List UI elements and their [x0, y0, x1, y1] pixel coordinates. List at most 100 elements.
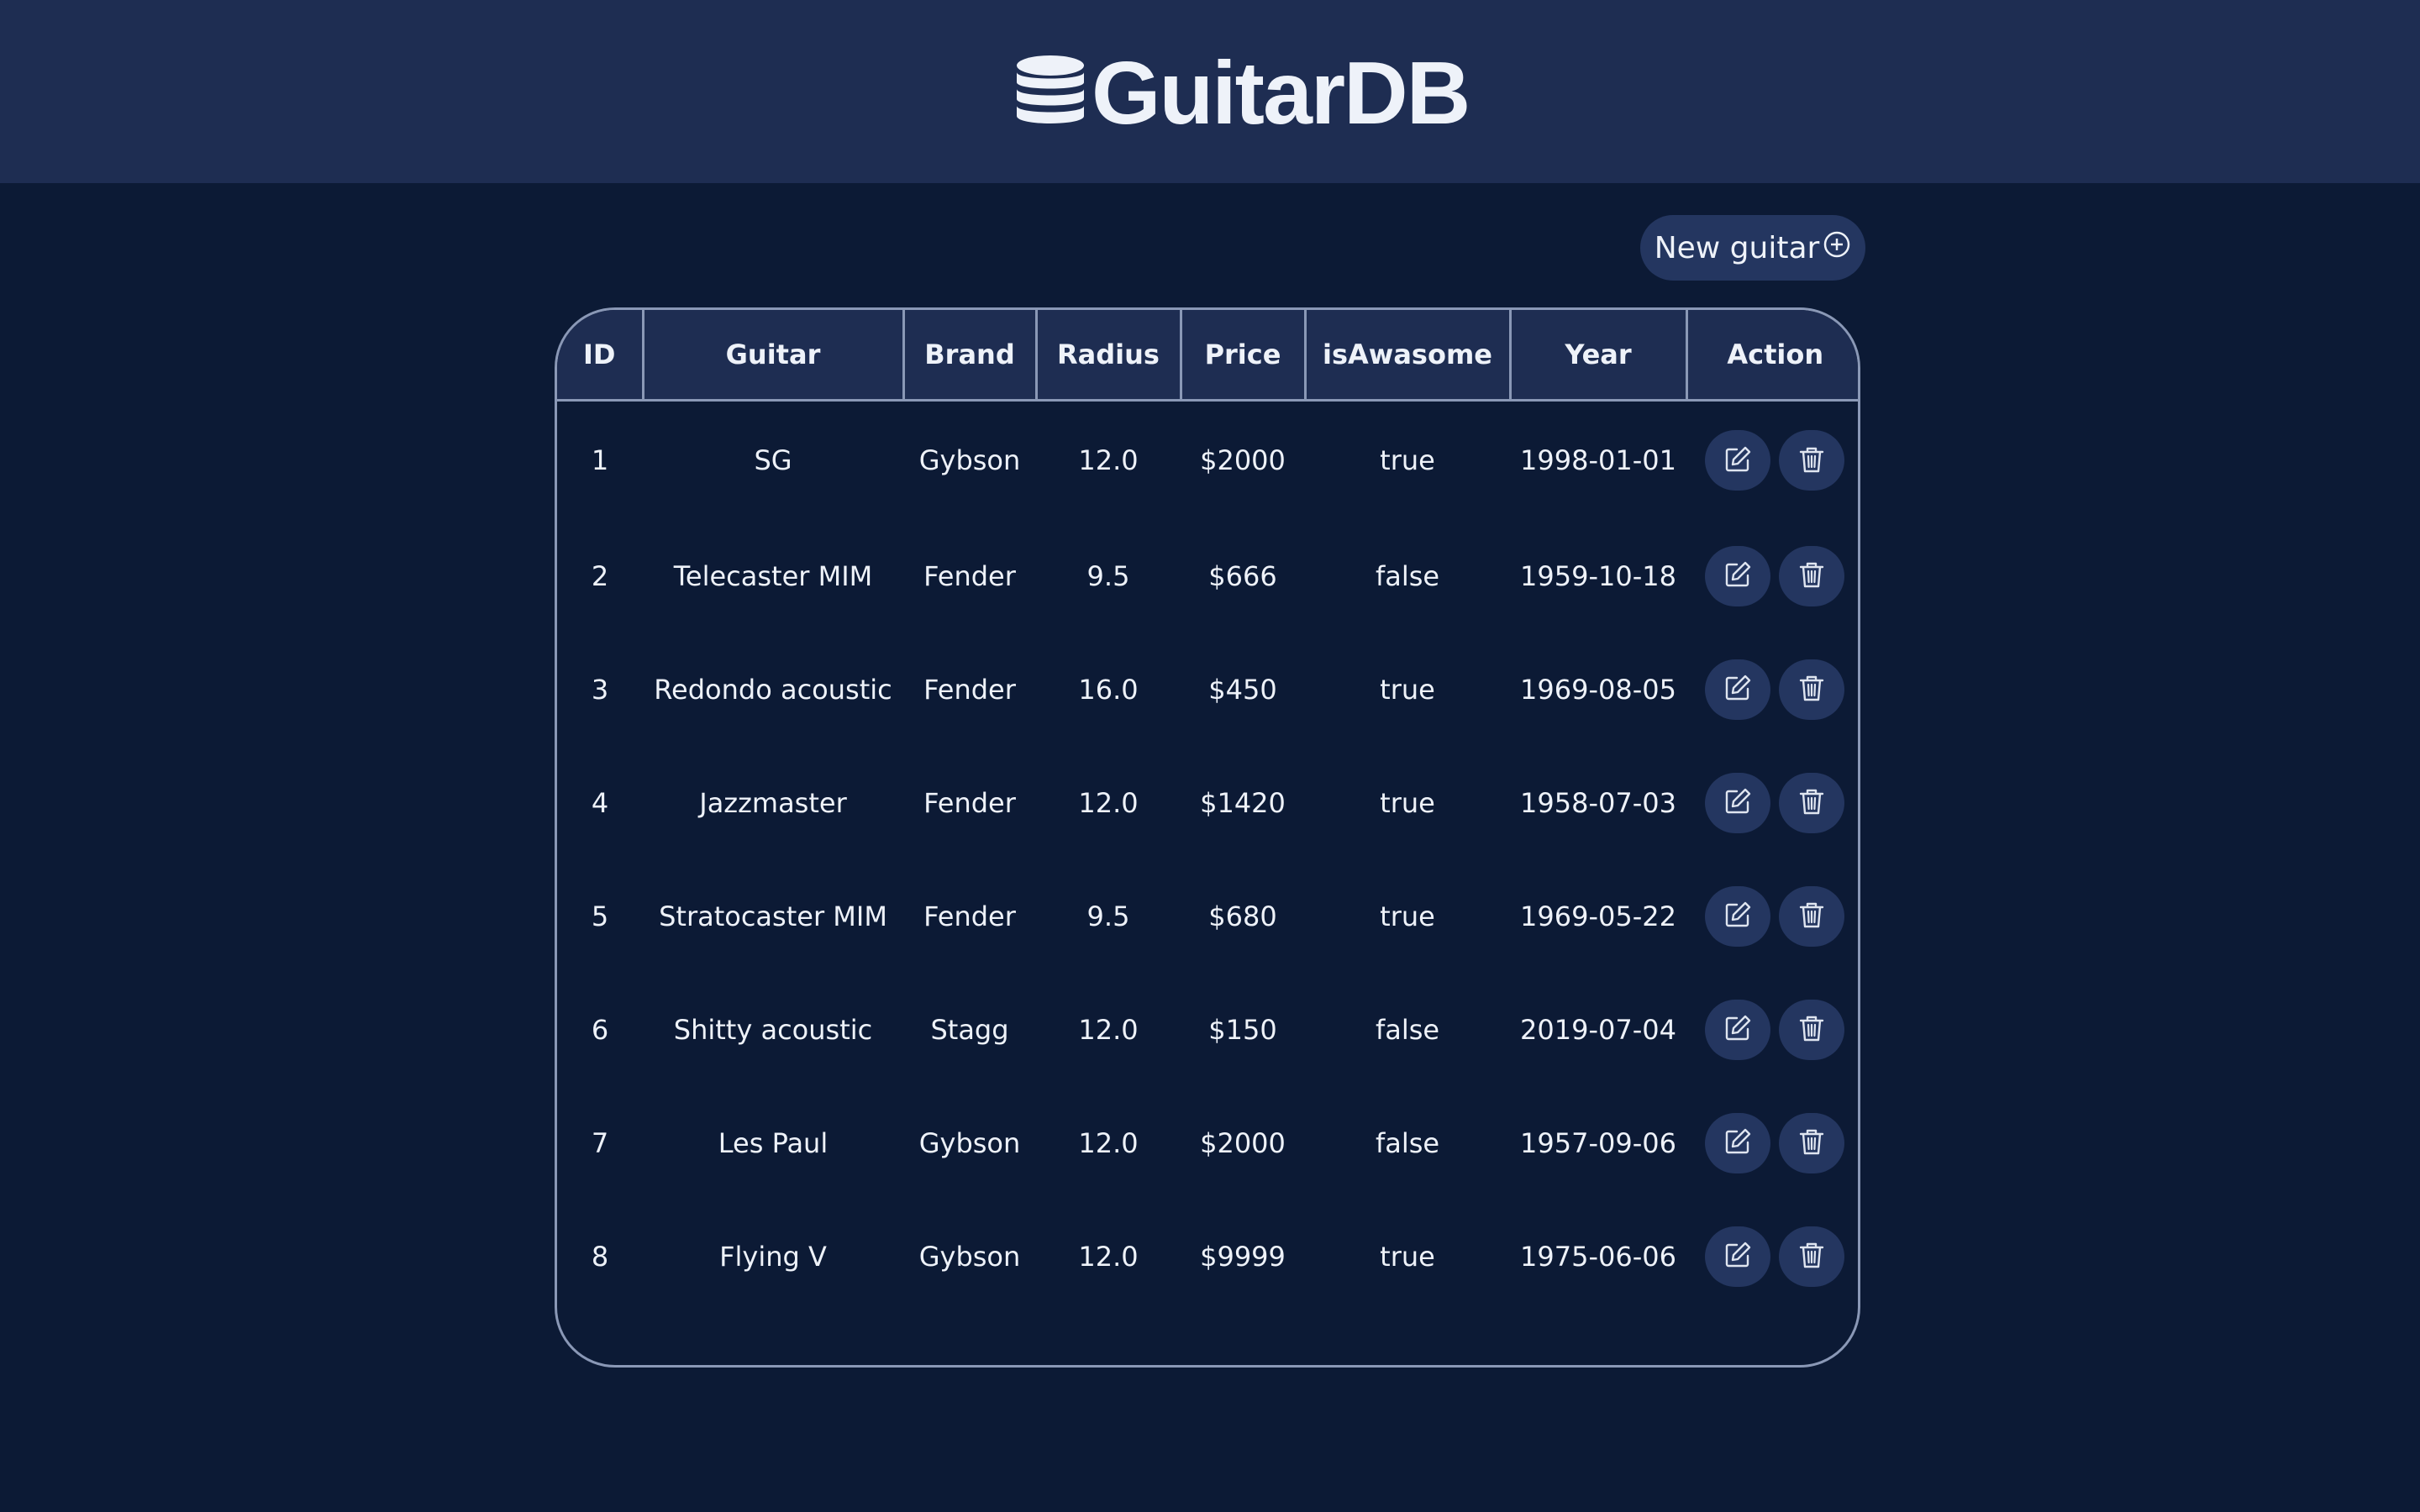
new-guitar-button[interactable]: New guitar: [1640, 215, 1865, 281]
app-brand[interactable]: GuitarDB: [1013, 44, 1470, 143]
cell-isawasome: false: [1375, 559, 1440, 592]
cell-guitar: Flying V: [719, 1240, 827, 1273]
cell-isawasome: true: [1380, 444, 1435, 476]
cell-action: [1686, 859, 1858, 973]
cell-action: [1686, 746, 1858, 859]
table-body: 1 SG Gybson 12.0 $2000 true 1998-01-01 2…: [557, 401, 1858, 1314]
cell-isawasome: false: [1375, 1013, 1440, 1046]
row-actions: [1686, 772, 1858, 833]
cell-brand: Stagg: [930, 1013, 1009, 1046]
cell-year: 1958-07-03: [1520, 786, 1676, 819]
row-actions: [1686, 999, 1858, 1060]
cell-brand: Gybson: [918, 1240, 1021, 1273]
cell-isawasome: false: [1375, 1126, 1440, 1159]
cell-price: $1420: [1200, 786, 1286, 819]
table-row: 2 Telecaster MIM Fender 9.5 $666 false 1…: [557, 519, 1858, 633]
edit-button[interactable]: [1705, 1226, 1770, 1287]
cell-brand: Fender: [923, 673, 1016, 706]
column-header-id[interactable]: ID: [557, 310, 644, 402]
cell-isawasome: true: [1380, 673, 1435, 706]
delete-button[interactable]: [1779, 885, 1844, 947]
cell-brand: Fender: [923, 559, 1016, 592]
table-row: 1 SG Gybson 12.0 $2000 true 1998-01-01: [557, 401, 1858, 520]
table-row: 3 Redondo acoustic Fender 16.0 $450 true…: [557, 633, 1858, 746]
cell-guitar: SG: [754, 444, 792, 476]
cell-radius: 12.0: [1078, 444, 1139, 476]
edit-button[interactable]: [1705, 772, 1770, 833]
table-row: 8 Flying V Gybson 12.0 $9999 true 1975-0…: [557, 1200, 1858, 1313]
cell-guitar: Jazzmaster: [699, 786, 847, 819]
cell-brand: Fender: [923, 900, 1016, 932]
cell-year: 1969-05-22: [1520, 900, 1676, 932]
column-header-radius[interactable]: Radius: [1036, 310, 1182, 402]
cell-guitar: Telecaster MIM: [673, 559, 873, 592]
table-row: 5 Stratocaster MIM Fender 9.5 $680 true …: [557, 859, 1858, 973]
cell-id: 6: [591, 1013, 609, 1046]
edit-icon: [1723, 1126, 1753, 1159]
cell-action: [1686, 973, 1858, 1086]
column-header-isawasome[interactable]: isAwasome: [1305, 310, 1512, 402]
cell-brand: Gybson: [918, 1126, 1021, 1159]
row-actions: [1686, 885, 1858, 947]
cell-id: 5: [591, 900, 609, 932]
delete-button[interactable]: [1779, 999, 1844, 1060]
edit-button[interactable]: [1705, 430, 1770, 491]
delete-button[interactable]: [1779, 1112, 1844, 1173]
delete-button[interactable]: [1779, 772, 1844, 833]
delete-button[interactable]: [1779, 659, 1844, 720]
cell-id: 7: [591, 1126, 609, 1159]
delete-button[interactable]: [1779, 1226, 1844, 1287]
edit-button[interactable]: [1705, 1112, 1770, 1173]
cell-guitar: Redondo acoustic: [654, 673, 892, 706]
column-header-price[interactable]: Price: [1181, 310, 1307, 402]
cell-isawasome: true: [1380, 900, 1435, 932]
column-header-year[interactable]: Year: [1510, 310, 1688, 402]
cell-id: 8: [591, 1240, 609, 1273]
trash-icon: [1797, 673, 1827, 706]
cell-year: 1969-08-05: [1520, 673, 1676, 706]
cell-action: [1686, 1086, 1858, 1200]
cell-radius: 16.0: [1078, 673, 1139, 706]
delete-button[interactable]: [1779, 430, 1844, 491]
edit-button[interactable]: [1705, 659, 1770, 720]
cell-id: 3: [591, 673, 609, 706]
table-row: 6 Shitty acoustic Stagg 12.0 $150 false …: [557, 973, 1858, 1086]
cell-radius: 12.0: [1078, 786, 1139, 819]
cell-price: $9999: [1200, 1240, 1286, 1273]
trash-icon: [1797, 1240, 1827, 1273]
trash-icon: [1797, 786, 1827, 819]
database-icon: [1013, 54, 1092, 133]
cell-radius: 12.0: [1078, 1126, 1139, 1159]
cell-price: $2000: [1200, 444, 1286, 476]
cell-action: [1686, 519, 1858, 633]
edit-icon: [1723, 1240, 1753, 1273]
edit-icon: [1723, 786, 1753, 819]
cell-radius: 12.0: [1078, 1240, 1139, 1273]
cell-id: 1: [591, 444, 609, 476]
cell-price: $2000: [1200, 1126, 1286, 1159]
cell-brand: Fender: [923, 786, 1016, 819]
edit-icon: [1723, 900, 1753, 932]
edit-button[interactable]: [1705, 999, 1770, 1060]
column-header-brand[interactable]: Brand: [903, 310, 1038, 402]
delete-button[interactable]: [1779, 545, 1844, 606]
trash-icon: [1797, 1126, 1827, 1159]
cell-year: 1959-10-18: [1520, 559, 1676, 592]
cell-radius: 12.0: [1078, 1013, 1139, 1046]
edit-button[interactable]: [1705, 545, 1770, 606]
row-actions: [1686, 1226, 1858, 1287]
cell-guitar: Les Paul: [718, 1126, 829, 1159]
cell-isawasome: true: [1380, 786, 1435, 819]
cell-guitar: Shitty acoustic: [673, 1013, 873, 1046]
cell-radius: 9.5: [1086, 559, 1130, 592]
app-title: GuitarDB: [1092, 44, 1470, 143]
table-row: 4 Jazzmaster Fender 12.0 $1420 true 1958…: [557, 746, 1858, 859]
edit-icon: [1723, 559, 1753, 592]
guitar-table-container: ID Guitar Brand Radius Price isAwasome Y…: [555, 307, 1860, 1368]
plus-circle-icon: [1823, 230, 1851, 266]
cell-price: $666: [1208, 559, 1277, 592]
column-header-guitar[interactable]: Guitar: [643, 310, 905, 402]
edit-button[interactable]: [1705, 885, 1770, 947]
row-actions: [1686, 545, 1858, 606]
guitar-table: ID Guitar Brand Radius Price isAwasome Y…: [557, 310, 1858, 1314]
